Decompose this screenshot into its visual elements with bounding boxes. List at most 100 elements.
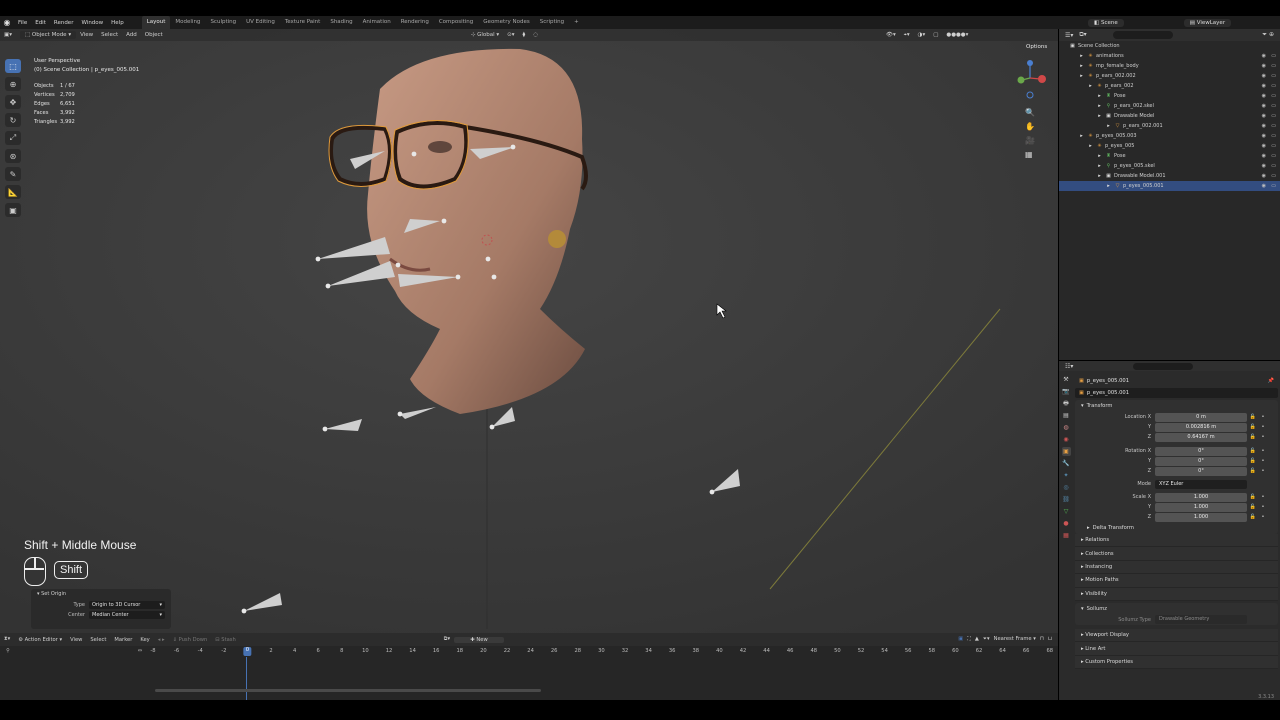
editor-type-icon[interactable]: ⧗▾	[0, 636, 14, 643]
menu-marker[interactable]: Marker	[110, 637, 136, 643]
display-mode-icon[interactable]: ⧉▾	[1079, 31, 1086, 39]
menu-view[interactable]: View	[66, 637, 86, 643]
overlay-toggle-icon[interactable]: ◑▾	[914, 32, 930, 38]
annotate-tool-icon[interactable]: ✎	[5, 167, 21, 181]
previous-action-icon[interactable]: ◂ ▸	[154, 637, 169, 643]
action-editor[interactable]: ⧗▾ ⚙ Action Editor ▾ View Select Marker …	[0, 633, 1058, 700]
magnet-icon[interactable]: ⊔	[1048, 636, 1052, 643]
location-x-field[interactable]: 0 m	[1155, 412, 1247, 422]
camera-icon[interactable]: ▭	[1271, 133, 1276, 139]
expand-arrow-icon[interactable]: ▸	[1096, 93, 1103, 99]
eye-icon[interactable]: ◉	[1262, 53, 1266, 59]
tab-modeling[interactable]: Modeling	[170, 16, 205, 29]
visibility-section[interactable]: ▸ Visibility	[1075, 587, 1278, 601]
camera-icon[interactable]: ▭	[1271, 153, 1276, 159]
delta-transform-header[interactable]: ▸ Delta Transform	[1075, 522, 1278, 534]
eye-icon[interactable]: ◉	[1262, 113, 1266, 119]
tool-tab-icon[interactable]: ⚒	[1062, 375, 1071, 384]
object-name-field[interactable]: ▣ p_eyes_005.001	[1075, 388, 1278, 398]
outliner-item[interactable]: ▸ ▽ p_eyes_005.001 ◉ ▭	[1059, 181, 1280, 191]
rotation-y-field[interactable]: 0°	[1155, 456, 1247, 466]
lock-icon[interactable]: 🔓	[1247, 514, 1259, 520]
lock-icon[interactable]: 🔓	[1247, 448, 1259, 454]
keyframe-dot-icon[interactable]: •	[1259, 458, 1267, 464]
scale-y-field[interactable]: 1.000	[1155, 502, 1247, 512]
render-tab-icon[interactable]: 📷	[1062, 387, 1071, 396]
camera-icon[interactable]: ▭	[1271, 53, 1276, 59]
tab-animation[interactable]: Animation	[358, 16, 396, 29]
particles-tab-icon[interactable]: ✦	[1062, 471, 1071, 480]
eye-icon[interactable]: ◉	[1262, 143, 1266, 149]
outliner-item[interactable]: ▸ ✳ animations ◉ ▭	[1059, 51, 1280, 61]
object-tab-icon[interactable]: ▣	[1061, 447, 1071, 456]
line-art-section[interactable]: ▸ Line Art	[1075, 642, 1278, 656]
menu-select[interactable]: Select	[86, 637, 110, 643]
lock-icon[interactable]: 🔓	[1247, 424, 1259, 430]
mode-selector[interactable]: ⬚ Object Mode ▾	[19, 31, 77, 39]
camera-icon[interactable]: ▭	[1271, 103, 1276, 109]
tab-layout[interactable]: Layout	[141, 16, 171, 29]
world-tab-icon[interactable]: ◉	[1062, 435, 1071, 444]
pin-icon[interactable]: 📌	[1268, 378, 1278, 384]
move-tool-icon[interactable]: ✥	[5, 95, 21, 109]
camera-icon[interactable]: ▭	[1271, 163, 1276, 169]
current-frame-indicator[interactable]: 0	[243, 647, 252, 656]
constraints-tab-icon[interactable]: ⛓	[1062, 495, 1071, 504]
tab-sculpting[interactable]: Sculpting	[205, 16, 241, 29]
camera-icon[interactable]: ▭	[1271, 83, 1276, 89]
gizmo-z-icon[interactable]	[1027, 60, 1033, 66]
redo-type-dropdown[interactable]: Origin to 3D Cursor ▾	[89, 601, 165, 609]
lock-icon[interactable]: 🔓	[1247, 458, 1259, 464]
editor-type-icon[interactable]: ▣▾	[0, 32, 16, 38]
playhead-line[interactable]	[246, 657, 247, 700]
menu-view[interactable]: View	[76, 32, 97, 38]
expand-arrow-icon[interactable]: ▸	[1105, 123, 1112, 129]
instancing-section[interactable]: ▸ Instancing	[1075, 560, 1278, 575]
rotate-tool-icon[interactable]: ↻	[5, 113, 21, 127]
scene-selector[interactable]: ◧ Scene	[1088, 18, 1124, 27]
outliner-editor-icon[interactable]: ☰▾	[1065, 32, 1073, 39]
keyframe-dot-icon[interactable]: •	[1259, 468, 1267, 474]
camera-icon[interactable]: ▭	[1271, 73, 1276, 79]
eye-icon[interactable]: ◉	[1262, 103, 1266, 109]
eye-icon[interactable]: ◉	[1262, 133, 1266, 139]
sollumz-type-dropdown[interactable]: Drawable Geometry	[1155, 615, 1247, 625]
keyframe-dot-icon[interactable]: •	[1259, 434, 1267, 440]
keyframe-dot-icon[interactable]: •	[1259, 448, 1267, 454]
scale-tool-icon[interactable]: ⤢	[5, 131, 21, 145]
stash-button[interactable]: ⊟ Stash	[211, 637, 240, 643]
select-box-icon[interactable]: ⬚	[5, 59, 21, 73]
camera-icon[interactable]: ▭	[1271, 143, 1276, 149]
camera-icon[interactable]: ▭	[1271, 93, 1276, 99]
menu-window[interactable]: Window	[77, 20, 107, 26]
navigation-gizmo[interactable]: 🔍 ✋ 🎥 ▦	[1010, 57, 1050, 187]
expand-arrow-icon[interactable]: ▸	[1087, 83, 1094, 89]
blender-logo-icon[interactable]: ◉	[0, 16, 14, 29]
transform-header[interactable]: ▾ Transform	[1075, 400, 1278, 412]
outliner-item[interactable]: ▸ ⚲ p_eyes_005.skel ◉ ▭	[1059, 161, 1280, 171]
menu-file[interactable]: File	[14, 20, 31, 26]
expand-arrow-icon[interactable]: ▸	[1087, 143, 1094, 149]
snap-dropdown[interactable]: Nearest Frame ▾	[994, 636, 1036, 643]
motion-paths-section[interactable]: ▸ Motion Paths	[1075, 574, 1278, 588]
expand-arrow-icon[interactable]: ▸	[1078, 73, 1085, 79]
outliner-item[interactable]: ▸ ▽ p_ears_002.001 ◉ ▭	[1059, 121, 1280, 131]
rotation-z-field[interactable]: 0°	[1155, 466, 1247, 476]
location-y-field[interactable]: 0.002816 m	[1155, 422, 1247, 432]
ghost-icon[interactable]: ⛶	[967, 636, 971, 643]
eye-icon[interactable]: ◉	[1262, 73, 1266, 79]
outliner-search-input[interactable]	[1112, 31, 1173, 39]
filter-icon[interactable]: ⏷ ⊕	[1262, 31, 1280, 39]
frame-ruler[interactable]: ⚲ ⇔ -8 -6 -4 -2 0 2 4 6 8 10 12 14 16 18 20 22 24 26 28 30 3…	[0, 647, 1058, 657]
eye-icon[interactable]: ◉	[1262, 183, 1266, 189]
tab-geometry-nodes[interactable]: Geometry Nodes	[478, 16, 534, 29]
properties-editor-icon[interactable]: ☷▾	[1059, 363, 1073, 370]
camera-icon[interactable]: ▭	[1271, 63, 1276, 69]
outliner-item[interactable]: ▸ ♜ Pose ◉ ▭	[1059, 91, 1280, 101]
keyframe-dot-icon[interactable]: •	[1259, 424, 1267, 430]
timeline-scrollbar[interactable]	[155, 689, 541, 692]
eye-icon[interactable]: ◉	[1262, 163, 1266, 169]
eye-icon[interactable]: ◉	[1262, 123, 1266, 129]
lock-icon[interactable]: 🔓	[1247, 504, 1259, 510]
rotation-mode-dropdown[interactable]: XYZ Euler	[1155, 479, 1247, 489]
